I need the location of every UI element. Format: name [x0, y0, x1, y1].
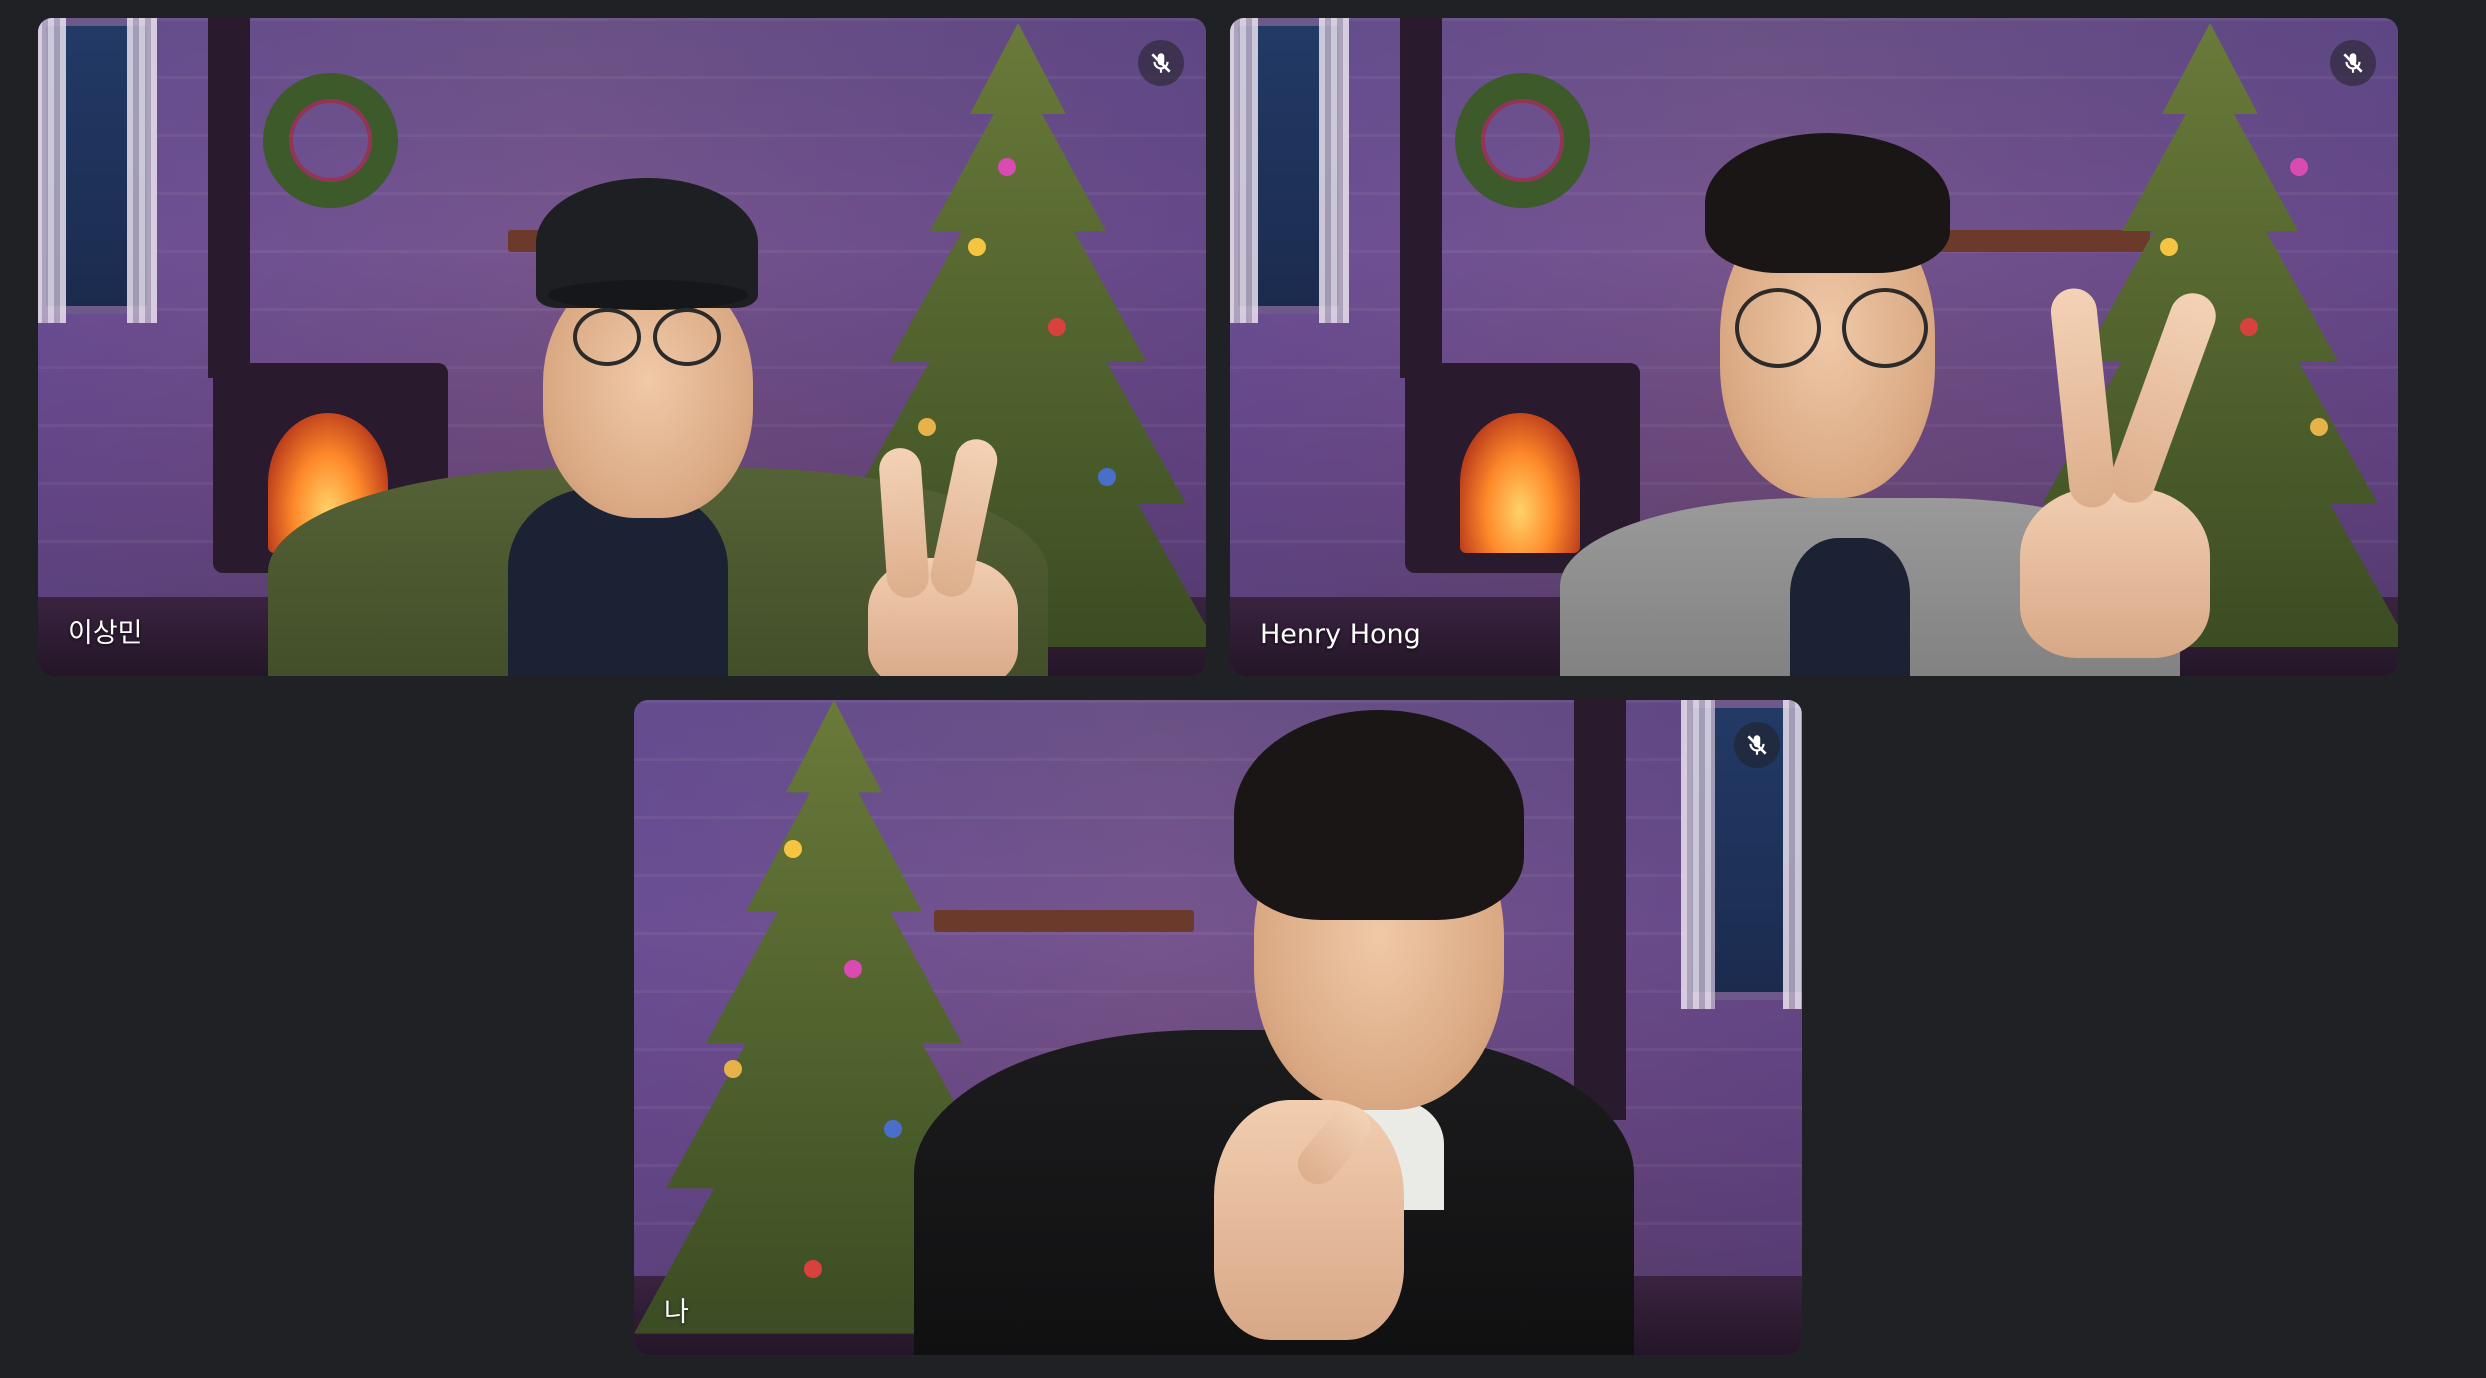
mic-off-icon	[1138, 40, 1184, 86]
hair	[1705, 133, 1950, 273]
participant-tile-self[interactable]: 나	[634, 700, 1802, 1355]
thumbs-up-hand	[1214, 1100, 1404, 1340]
glasses-right	[1842, 288, 1928, 368]
participant-name: 이상민	[68, 618, 143, 649]
fire	[1460, 413, 1580, 553]
cap-brim	[548, 280, 748, 310]
mic-off-icon	[2330, 40, 2376, 86]
cabin-window	[38, 18, 157, 323]
mic-off-icon	[1734, 722, 1780, 768]
stove-pipe	[1400, 18, 1442, 378]
cabin-window	[1230, 18, 1349, 323]
wreath	[263, 73, 398, 208]
participant-name: Henry Hong	[1260, 619, 1421, 650]
peace-hand	[2020, 488, 2210, 658]
participant-tile-1[interactable]: 이상민	[38, 18, 1206, 676]
participant-tile-2[interactable]: Henry Hong	[1230, 18, 2398, 676]
glasses-right	[653, 308, 721, 366]
shirt	[1790, 538, 1910, 676]
mantel	[934, 910, 1194, 932]
hair	[1234, 710, 1524, 920]
participant-name: 나	[664, 1297, 689, 1328]
stove-pipe	[1574, 700, 1626, 1120]
stove-pipe	[208, 18, 250, 378]
glasses-left	[1735, 288, 1821, 368]
wreath	[1455, 73, 1590, 208]
glasses-left	[573, 308, 641, 366]
